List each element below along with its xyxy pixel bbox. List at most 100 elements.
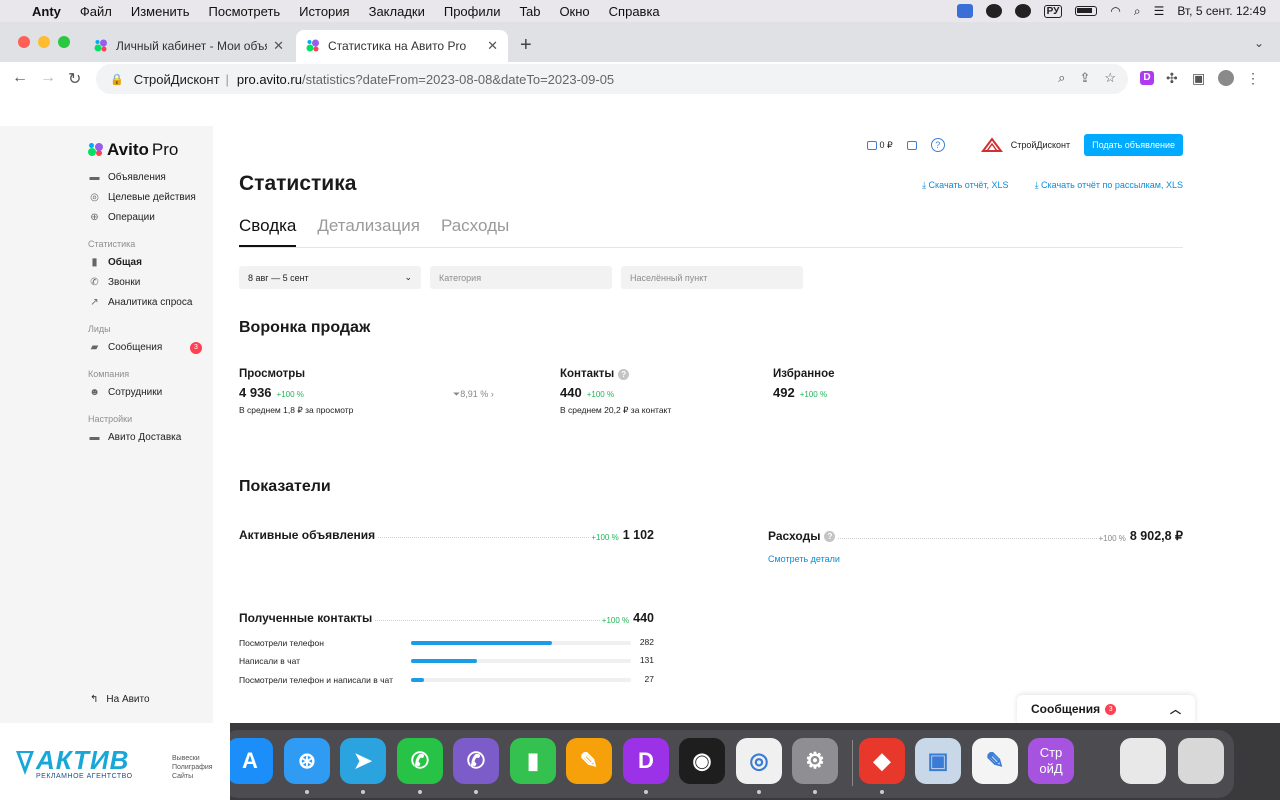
window-minimize-button[interactable] <box>38 36 50 48</box>
menu-help[interactable]: Справка <box>609 4 660 19</box>
preview-icon[interactable]: ▣ <box>915 738 961 784</box>
chat-bubble-icon: ▰ <box>90 342 99 353</box>
category-select[interactable]: Категория <box>430 266 612 289</box>
settings-icon[interactable]: ⚙ <box>792 738 838 784</box>
avito-pro-logo[interactable]: Avito Pro <box>88 140 178 160</box>
chevron-down-icon: ⌄ <box>404 272 412 282</box>
menu-tab[interactable]: Tab <box>519 4 540 19</box>
whatsapp-icon[interactable]: ✆ <box>397 738 443 784</box>
control-center-icon[interactable]: ☰ <box>1154 4 1165 18</box>
spotlight-icon[interactable]: ⌕ <box>1134 4 1141 19</box>
bar-chart-icon: ▮ <box>91 257 98 268</box>
telegram-icon[interactable]: ➤ <box>340 738 386 784</box>
tab-my-ads[interactable]: Личный кабинет - Мои объявл ✕ <box>84 30 294 62</box>
profile-avatar-icon[interactable] <box>1218 70 1234 86</box>
tab-summary[interactable]: Сводка <box>239 216 297 247</box>
stroy-folder-icon[interactable]: Стр ойД <box>1028 738 1074 784</box>
sidebar: Avito Pro ▬ Объявления ◎ Целевые действия ⊕… <box>0 126 213 723</box>
sidebar-item-general[interactable]: ▮ Общая <box>88 257 204 268</box>
messages-widget-badge: 3 <box>1105 703 1117 715</box>
new-tab-icon[interactable]: + <box>520 34 532 57</box>
wallet-balance[interactable]: 0 ₽ <box>866 140 893 151</box>
side-panel-icon[interactable]: ▣ <box>1192 71 1206 85</box>
zoom-icon[interactable]: ⌕ <box>1058 70 1065 86</box>
tab-close-icon[interactable]: ✕ <box>487 38 498 54</box>
sidebar-item-target-actions[interactable]: ◎ Целевые действия <box>88 192 204 203</box>
tab-search-chevron-icon[interactable]: ⌄ <box>1254 36 1264 50</box>
safari-icon[interactable]: ⊛ <box>284 738 330 784</box>
menu-bookmarks[interactable]: Закладки <box>369 4 425 19</box>
trash-icon[interactable] <box>1178 738 1224 784</box>
app-store-icon[interactable]: A <box>227 738 273 784</box>
dock-running-indicator <box>757 790 761 794</box>
viber-icon[interactable]: ✆ <box>453 738 499 784</box>
promo-icon[interactable] <box>906 140 917 150</box>
back-icon[interactable]: ← <box>12 69 28 87</box>
window-zoom-button[interactable] <box>58 36 70 48</box>
chat-tray-icon[interactable] <box>1014 4 1031 18</box>
main-content: 0 ₽ ? СтройДисконт Подать объявление Ста… <box>213 126 1208 723</box>
help-icon[interactable]: ? <box>930 138 945 152</box>
see-details-link[interactable]: Смотреть детали <box>768 554 840 564</box>
sidebar-item-staff[interactable]: ☻ Сотрудники <box>88 387 204 398</box>
window-close-button[interactable] <box>18 36 30 48</box>
sidebar-item-listings[interactable]: ▬ Объявления <box>88 172 204 183</box>
textedit-icon[interactable]: ✎ <box>972 738 1018 784</box>
extension-d-icon[interactable]: D <box>1140 71 1154 85</box>
pages-icon[interactable]: ✎ <box>566 738 612 784</box>
info-icon[interactable]: ? <box>824 530 836 542</box>
sidebar-item-demand-analytics[interactable]: ↗ Аналитика спроса <box>88 297 204 308</box>
company-profile[interactable]: СтройДисконт <box>980 136 1070 154</box>
menu-view[interactable]: Посмотреть <box>209 4 281 19</box>
tab-details[interactable]: Детализация <box>317 216 420 247</box>
menu-profiles[interactable]: Профили <box>444 4 501 19</box>
bookmark-star-icon[interactable]: ☆ <box>1104 70 1116 86</box>
extensions-puzzle-icon[interactable]: ✣ <box>1166 71 1180 85</box>
date-range-select[interactable]: 8 авг — 5 сент ⌄ <box>239 266 421 289</box>
reload-icon[interactable]: ↻ <box>68 69 81 89</box>
battery-icon[interactable] <box>1075 6 1098 16</box>
chevron-up-icon[interactable]: ︿ <box>1170 701 1181 717</box>
messages-widget[interactable]: Сообщения 3 ︿ <box>1017 695 1195 723</box>
browser-toolbar: ← → ↻ 🔒 СтройДисконт | pro.avito.ru /sta… <box>0 62 1280 96</box>
input-language[interactable]: РУ <box>1043 4 1063 18</box>
tab-expenses[interactable]: Расходы <box>441 216 509 247</box>
browser-tab-bar: Личный кабинет - Мои объявл ✕ Статистика… <box>0 22 1280 62</box>
downloads-stack-icon[interactable] <box>1120 738 1166 784</box>
conversion-rate[interactable]: ⏷8,91 % › <box>453 389 494 400</box>
download-report-link[interactable]: ⤓ Скачать отчёт, XLS <box>922 180 1009 191</box>
back-to-avito-link[interactable]: ↰ На Авито <box>90 694 150 705</box>
post-ad-button[interactable]: Подать объявление <box>1084 134 1183 156</box>
browser-menu-icon[interactable]: ⋮ <box>1246 71 1260 85</box>
share-icon[interactable]: ⇪ <box>1079 70 1090 86</box>
sidebar-item-messages[interactable]: ▰ Сообщения 3 <box>88 341 204 354</box>
menu-window[interactable]: Окно <box>559 4 589 19</box>
dock-running-indicator <box>474 790 478 794</box>
menu-app-name[interactable]: Anty <box>32 4 61 19</box>
lock-icon[interactable]: 🔒 <box>110 73 124 86</box>
sidebar-item-operations[interactable]: ⊕ Операции <box>88 212 204 223</box>
figma-icon[interactable]: ◉ <box>679 738 725 784</box>
anydesk-icon[interactable]: ◆ <box>859 738 905 784</box>
tab-close-icon[interactable]: ✕ <box>273 38 284 54</box>
yandex-icon[interactable] <box>956 4 973 18</box>
chrome-icon[interactable]: ◎ <box>736 738 782 784</box>
menu-history[interactable]: История <box>299 4 349 19</box>
menu-file[interactable]: Файл <box>80 4 112 19</box>
tab-statistics[interactable]: Статистика на Авито Pro ✕ <box>296 30 508 62</box>
address-bar[interactable]: 🔒 СтройДисконт | pro.avito.ru /statistic… <box>96 64 1128 94</box>
wifi-icon[interactable]: ◠ <box>1110 4 1120 18</box>
sidebar-group-company: Компания <box>88 369 130 379</box>
clock[interactable]: Вт, 5 сент. 12:49 <box>1177 4 1266 18</box>
viber-tray-icon[interactable] <box>985 4 1002 18</box>
anty-icon[interactable]: D <box>623 738 669 784</box>
sidebar-item-delivery[interactable]: ▬ Авито Доставка <box>88 432 204 443</box>
download-mailing-report-link[interactable]: ⤓ Скачать отчёт по рассылкам, XLS <box>1035 180 1183 191</box>
menu-edit[interactable]: Изменить <box>131 4 190 19</box>
numbers-icon[interactable]: ▮ <box>510 738 556 784</box>
messages-count-badge: 3 <box>190 341 202 354</box>
city-select[interactable]: Населённый пункт <box>621 266 803 289</box>
info-icon[interactable]: ? <box>618 368 630 380</box>
forward-icon[interactable]: → <box>40 69 56 87</box>
sidebar-item-calls[interactable]: ✆ Звонки <box>88 277 204 288</box>
